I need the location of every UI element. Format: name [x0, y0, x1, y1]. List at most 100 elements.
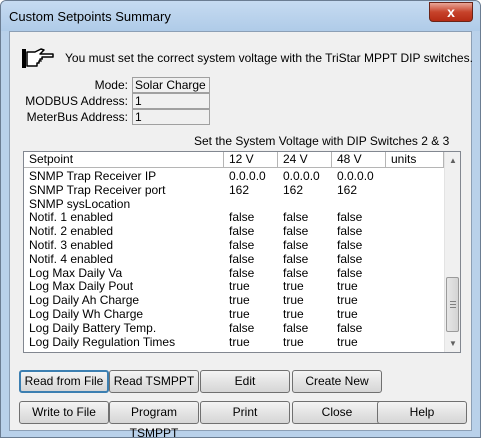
column-header-24v[interactable]: 24 V	[278, 152, 332, 168]
close-window-button[interactable]: x	[429, 2, 473, 22]
grip-line	[450, 304, 456, 305]
cell-setpoint: Notif. 1 enabled	[29, 210, 114, 225]
dialog-body: You must set the correct system voltage …	[9, 31, 473, 437]
cell-24v: false	[283, 238, 309, 252]
program-tsmppt-button[interactable]: Program TSMPPT	[109, 401, 199, 437]
window-title: Custom Setpoints Summary	[9, 9, 171, 24]
cell-12v: 0.0.0.0	[229, 169, 266, 183]
cell-24v: true	[283, 334, 304, 349]
cell-24v: true	[283, 279, 304, 294]
column-header-setpoint[interactable]: Setpoint	[24, 152, 224, 168]
cell-setpoint: SNMP Trap Receiver IP	[29, 169, 157, 183]
cell-48v: true	[337, 279, 358, 294]
cell-12v: false	[229, 251, 255, 266]
cell-12v: true	[229, 334, 250, 349]
cell-12v: true	[229, 279, 250, 294]
cell-setpoint: Log Daily Ah Charge	[29, 293, 140, 308]
cell-12v: false	[229, 265, 255, 280]
table-row[interactable]: Notif. 2 enabled false false false	[24, 224, 444, 238]
cell-24v: 162	[283, 182, 304, 197]
cell-48v: 0.0.0.0	[337, 169, 374, 183]
cell-setpoint: Log Max Daily Pout	[29, 279, 134, 294]
scroll-down-arrow-icon[interactable]: ▼	[445, 335, 460, 352]
cell-48v: false	[337, 238, 363, 252]
dip-switch-note: Set the System Voltage with DIP Switches…	[194, 134, 450, 148]
mode-label: Mode:	[94, 78, 128, 92]
vertical-scrollbar[interactable]: ▲ ▼	[444, 152, 460, 352]
table-row[interactable]: Log Daily Wh Charge true true true	[24, 307, 444, 321]
table-row[interactable]: Notif. 4 enabled false false false	[24, 252, 444, 266]
mode-field: Solar Charge	[132, 77, 210, 93]
cell-48v: false	[337, 320, 363, 335]
scroll-up-arrow-icon[interactable]: ▲	[445, 152, 460, 169]
scrollbar-thumb[interactable]	[446, 277, 459, 332]
cell-48v: false	[337, 251, 363, 266]
close-button[interactable]: Close	[292, 401, 382, 424]
cell-24v: false	[283, 320, 309, 335]
pointing-hand-icon	[22, 48, 54, 68]
grip-line	[450, 301, 456, 302]
cell-24v: true	[283, 307, 304, 321]
close-icon: x	[447, 4, 455, 20]
cell-setpoint: SNMP Trap Receiver port	[29, 182, 166, 197]
cell-48v: true	[337, 307, 358, 321]
cell-setpoint: Log Daily Battery Temp.	[29, 320, 157, 335]
create-new-button[interactable]: Create New	[292, 370, 382, 393]
cell-setpoint: Log Max Daily Va	[29, 265, 123, 280]
modbus-address-field: 1	[132, 93, 210, 109]
table-row[interactable]: Log Max Daily Pout true true true	[24, 279, 444, 293]
cell-48v: false	[337, 224, 363, 239]
cell-setpoint: Notif. 4 enabled	[29, 251, 114, 266]
cell-setpoint: Log Daily Regulation Times	[29, 334, 176, 349]
cell-12v: true	[229, 293, 250, 308]
cell-48v: false	[337, 265, 363, 280]
cell-24v: false	[283, 251, 309, 266]
cell-24v: true	[283, 293, 304, 308]
cell-48v: true	[337, 293, 358, 308]
cell-24v: 0.0.0.0	[283, 169, 320, 183]
table-row[interactable]: SNMP Trap Receiver port 162 162 162	[24, 183, 444, 197]
help-button[interactable]: Help	[377, 401, 467, 424]
cell-24v: false	[283, 224, 309, 239]
cell-setpoint: Notif. 2 enabled	[29, 224, 114, 239]
edit-button[interactable]: Edit	[200, 370, 290, 393]
column-header-12v[interactable]: 12 V	[224, 152, 278, 168]
grip-line	[450, 307, 456, 308]
table-header: Setpoint 12 V 24 V 48 V units	[24, 152, 444, 168]
write-to-file-button[interactable]: Write to File	[19, 401, 109, 424]
cell-12v: false	[229, 238, 255, 252]
table-row[interactable]: Log Daily Battery Temp. false false false	[24, 321, 444, 335]
cell-24v: false	[283, 210, 309, 225]
cell-48v: true	[337, 334, 358, 349]
column-header-48v[interactable]: 48 V	[332, 152, 386, 168]
table-row[interactable]: Log Max Daily Va false false false	[24, 266, 444, 280]
setpoints-table[interactable]: Setpoint 12 V 24 V 48 V units SNMP Trap …	[23, 151, 461, 353]
cell-12v: 162	[229, 182, 250, 197]
cell-48v: false	[337, 210, 363, 225]
custom-setpoints-window: Custom Setpoints Summary x You must set …	[0, 0, 481, 438]
table-row[interactable]: SNMP sysLocation	[24, 197, 444, 211]
cell-48v: 162	[337, 182, 358, 197]
table-row[interactable]: Log Daily Regulation Times true true true	[24, 335, 444, 349]
dip-switch-warning: You must set the correct system voltage …	[65, 51, 473, 65]
table-row[interactable]: Notif. 1 enabled false false false	[24, 210, 444, 224]
cell-24v: false	[283, 265, 309, 280]
table-row[interactable]: Log Daily Ah Charge true true true	[24, 293, 444, 307]
cell-12v: false	[229, 210, 255, 225]
cell-12v: true	[229, 307, 250, 321]
table-row[interactable]: SNMP Trap Receiver IP 0.0.0.0 0.0.0.0 0.0.0…	[24, 169, 444, 183]
meterbus-address-field: 1	[132, 109, 210, 125]
cell-setpoint: Notif. 3 enabled	[29, 238, 114, 252]
table-row[interactable]: Notif. 3 enabled false false false	[24, 238, 444, 252]
column-header-units[interactable]: units	[386, 152, 444, 168]
cell-setpoint: Log Daily Wh Charge	[29, 307, 144, 321]
read-from-file-button[interactable]: Read from File	[19, 370, 109, 393]
cell-setpoint: SNMP sysLocation	[29, 196, 131, 211]
cell-12v: false	[229, 320, 255, 335]
modbus-address-label: MODBUS Address:	[25, 94, 128, 108]
cell-12v: false	[229, 224, 255, 239]
read-tsmppt-button[interactable]: Read TSMPPT	[109, 370, 199, 393]
meterbus-address-label: MeterBus Address:	[26, 110, 128, 124]
print-button[interactable]: Print	[200, 401, 290, 424]
title-bar: Custom Setpoints Summary x	[1, 1, 480, 31]
